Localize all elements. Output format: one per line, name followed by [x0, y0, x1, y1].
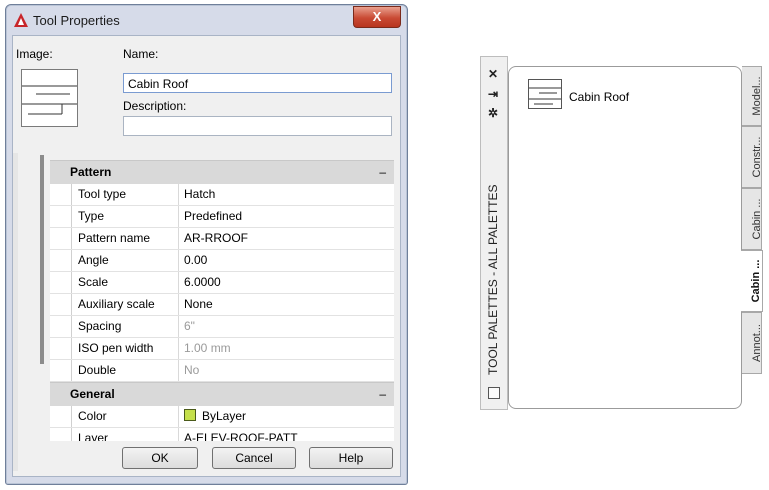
- name-input[interactable]: Cabin Roof: [123, 73, 392, 93]
- ok-button[interactable]: OK: [122, 447, 198, 469]
- tool-item-label[interactable]: Cabin Roof: [569, 90, 629, 104]
- description-input[interactable]: [123, 116, 392, 136]
- property-grid: Pattern – Tool type Hatch Type Predefined …: [50, 160, 394, 441]
- property-row: Spacing 6": [50, 316, 394, 338]
- dialog-body: Image: Name: Cabin Roof Description: Pat…: [12, 35, 401, 477]
- dialog-titlebar[interactable]: Tool Properties X: [6, 5, 407, 35]
- left-rail: [13, 153, 18, 471]
- tool-palettes-window: ✕ ⇥ ✲ TOOL PALETTES - ALL PALETTES Cabin…: [480, 56, 764, 410]
- property-row[interactable]: Pattern name AR-RROOF: [50, 228, 394, 250]
- name-label: Name:: [123, 47, 159, 61]
- palette-content: Cabin Roof: [508, 66, 742, 409]
- tab-cabin-2[interactable]: Cabin ...: [741, 250, 763, 312]
- property-row: ISO pen width 1.00 mm: [50, 338, 394, 360]
- property-row[interactable]: Auxiliary scale None: [50, 294, 394, 316]
- tab-constr[interactable]: Constr...: [742, 126, 763, 188]
- palette-menu-icon[interactable]: [488, 387, 500, 399]
- properties-icon[interactable]: ✲: [488, 106, 498, 120]
- property-row: Double No: [50, 360, 394, 382]
- palette-titlebar[interactable]: ✕ ⇥ ✲ TOOL PALETTES - ALL PALETTES: [480, 56, 508, 410]
- collapse-icon[interactable]: –: [379, 383, 386, 406]
- property-row[interactable]: Color ByLayer: [50, 406, 394, 428]
- dialog-title: Tool Properties: [33, 13, 120, 28]
- cancel-button[interactable]: Cancel: [212, 447, 296, 469]
- property-row[interactable]: Scale 6.0000: [50, 272, 394, 294]
- tool-properties-dialog: Tool Properties X Image: Name: Cabin Roo…: [5, 4, 408, 485]
- property-row[interactable]: Tool type Hatch: [50, 184, 394, 206]
- autocad-app-icon: [14, 13, 28, 27]
- property-row[interactable]: Angle 0.00: [50, 250, 394, 272]
- property-scroll-grip[interactable]: [40, 155, 44, 364]
- help-button[interactable]: Help: [309, 447, 393, 469]
- tool-image-preview: [21, 69, 78, 127]
- tab-cabin-1[interactable]: Cabin ...: [742, 188, 763, 250]
- close-button[interactable]: X: [353, 6, 401, 28]
- palette-title: TOOL PALETTES - ALL PALETTES: [486, 184, 500, 375]
- category-general[interactable]: General –: [50, 382, 394, 406]
- image-label: Image:: [16, 47, 53, 61]
- tab-annot[interactable]: Annot...: [742, 312, 763, 374]
- hatch-tool-icon[interactable]: [528, 79, 562, 109]
- close-icon[interactable]: ✕: [488, 67, 498, 81]
- palette-tabs: Model... Constr... Cabin ... Cabin ... A…: [741, 66, 764, 386]
- property-row[interactable]: Layer A-ELEV-ROOF-PATT: [50, 428, 394, 441]
- category-pattern[interactable]: Pattern –: [50, 160, 394, 184]
- collapse-icon[interactable]: –: [379, 161, 386, 184]
- color-swatch-icon: [184, 409, 196, 421]
- tab-model[interactable]: Model...: [742, 66, 763, 126]
- hatch-pattern-icon: [22, 85, 77, 115]
- property-row[interactable]: Type Predefined: [50, 206, 394, 228]
- description-label: Description:: [123, 99, 187, 113]
- autohide-icon[interactable]: ⇥: [488, 87, 498, 101]
